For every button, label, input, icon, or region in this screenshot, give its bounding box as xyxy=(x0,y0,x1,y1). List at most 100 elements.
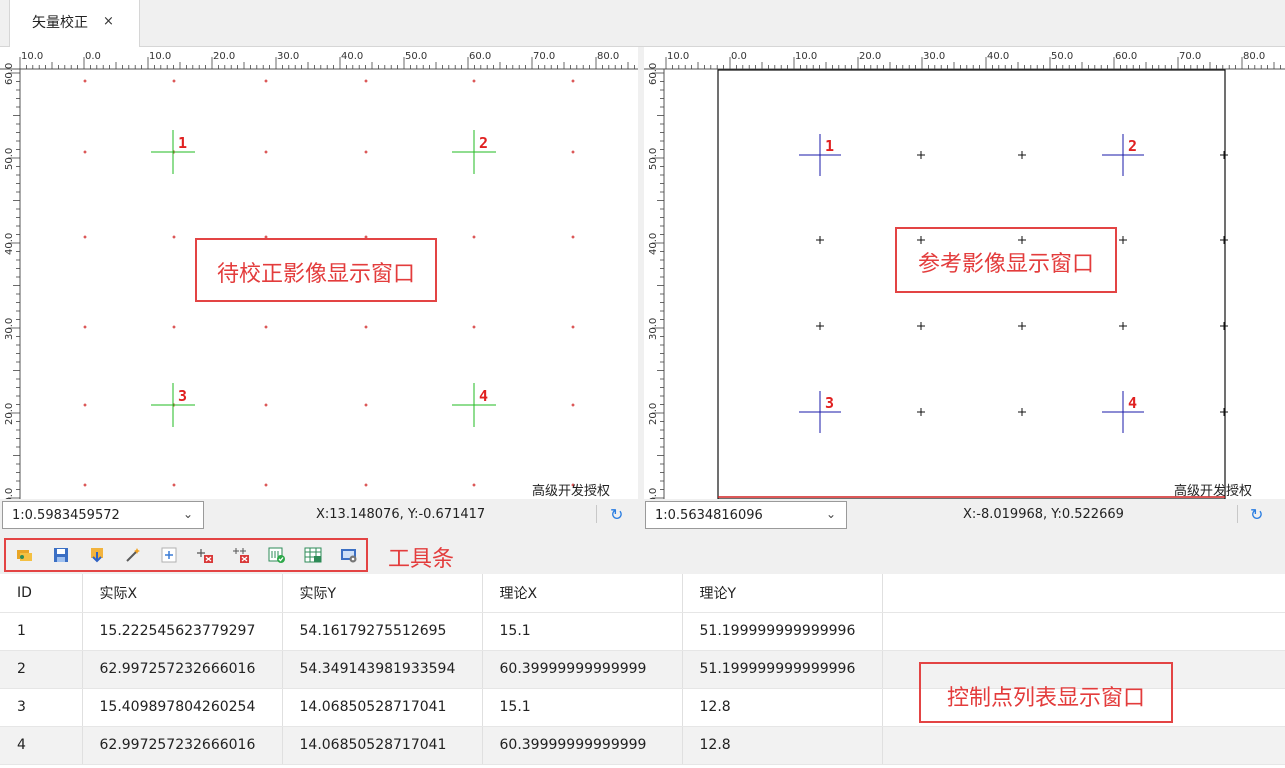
annotation-source-label: 待校正影像显示窗口 xyxy=(216,262,415,287)
control-point-label: 1 xyxy=(178,134,187,152)
left-status-bar: 1:0.5983459572 ⌄ X:13.148076, Y:-0.67141… xyxy=(0,499,640,531)
scale-select[interactable]: 1:0.5634816096 ⌄ xyxy=(645,501,847,529)
cell-actual-y: 14.06850528717041 xyxy=(282,688,483,727)
column-header-id[interactable]: ID xyxy=(0,574,83,613)
ruler-label-x: 40.0 xyxy=(987,51,1009,62)
scale-select[interactable]: 1:0.5983459572 ⌄ xyxy=(2,501,204,529)
right-status-bar: 1:0.5634816096 ⌄ X:-8.019968, Y:0.522669… xyxy=(644,499,1285,531)
cell-actual-x: 15.409897804260254 xyxy=(82,688,283,727)
ruler-label-y: 30.0 xyxy=(4,318,15,340)
cell-actual-x: 15.222545623779297 xyxy=(82,612,283,651)
watermark-text: 高级开发授权 xyxy=(532,484,611,499)
ruler-label-x: 70.0 xyxy=(533,51,555,62)
scale-value: 1:0.5983459572 xyxy=(12,508,120,523)
cell-blank xyxy=(882,726,1285,765)
column-header-blank xyxy=(882,574,1285,613)
check-icon[interactable] xyxy=(268,547,286,563)
control-point-label: 4 xyxy=(479,387,488,405)
tab-label: 矢量校正 xyxy=(32,15,88,31)
ruler-label-y: 40.0 xyxy=(4,233,15,255)
cell-theory-y: 51.199999999999996 xyxy=(682,612,883,651)
coordinate-readout: X:13.148076, Y:-0.671417 xyxy=(316,507,486,522)
ruler-label-y: 50.0 xyxy=(648,148,659,170)
cell-actual-x: 62.997257232666016 xyxy=(82,726,283,765)
refresh-icon[interactable]: ↻ xyxy=(610,505,623,524)
ruler-label-y: 20.0 xyxy=(648,403,659,425)
ruler-label-y: 50.0 xyxy=(4,148,15,170)
ruler-label-x: 40.0 xyxy=(341,51,363,62)
control-point-label: 1 xyxy=(825,137,834,155)
ruler-label-x: 80.0 xyxy=(597,51,619,62)
cell-actual-y: 54.16179275512695 xyxy=(282,612,483,651)
ruler-label-x: 10.0 xyxy=(149,51,171,62)
add-point-icon[interactable] xyxy=(160,547,178,563)
grid-icon[interactable] xyxy=(304,547,322,563)
export-icon[interactable] xyxy=(88,547,106,563)
close-icon[interactable]: × xyxy=(103,14,114,29)
annotation-reference-window: 参考影像显示窗口 xyxy=(895,227,1117,293)
ruler-label-x: 0.0 xyxy=(85,51,101,62)
cell-theory-x: 15.1 xyxy=(482,612,683,651)
vertical-ruler xyxy=(0,47,20,499)
ruler-label-x: 70.0 xyxy=(1179,51,1201,62)
delete-all-icon[interactable] xyxy=(232,547,250,563)
magic-wand-icon[interactable] xyxy=(124,547,142,563)
chevron-down-icon: ⌄ xyxy=(182,507,193,521)
toolbar xyxy=(4,538,368,572)
control-point-label: 4 xyxy=(1128,394,1137,412)
cell-id: 2 xyxy=(0,650,83,689)
control-point-label: 2 xyxy=(1128,137,1137,155)
ruler-label-y: 60.0 xyxy=(648,63,659,85)
ruler-label-x: 60.0 xyxy=(1115,51,1137,62)
delete-point-icon[interactable] xyxy=(196,547,214,563)
annotation-source-window: 待校正影像显示窗口 xyxy=(195,238,437,302)
ruler-label-x: 30.0 xyxy=(277,51,299,62)
control-point-label: 3 xyxy=(178,387,187,405)
ruler-label-x: 20.0 xyxy=(213,51,235,62)
tab-vector-correction[interactable]: 矢量校正 × xyxy=(9,0,140,47)
ruler-label-y: 10.0 xyxy=(4,488,15,499)
ruler-label-y: 60.0 xyxy=(4,63,15,85)
cell-actual-y: 14.06850528717041 xyxy=(282,726,483,765)
annotation-toolbar-label: 工具条 xyxy=(388,547,455,572)
annotation-table-window: 控制点列表显示窗口 xyxy=(919,662,1173,723)
cell-id: 1 xyxy=(0,612,83,651)
ruler-label-x: 50.0 xyxy=(405,51,427,62)
column-header-theory-y[interactable]: 理论Y xyxy=(682,574,883,613)
ruler-label-x: 60.0 xyxy=(469,51,491,62)
refresh-icon[interactable]: ↻ xyxy=(1250,505,1263,524)
cell-theory-x: 60.39999999999999 xyxy=(482,726,683,765)
cell-blank xyxy=(882,612,1285,651)
coordinate-readout: X:-8.019968, Y:0.522669 xyxy=(963,507,1124,522)
vertical-ruler xyxy=(644,47,664,499)
ruler-label-y: 20.0 xyxy=(4,403,15,425)
save-icon[interactable] xyxy=(52,547,70,563)
chevron-down-icon: ⌄ xyxy=(825,507,836,521)
cell-theory-x: 60.39999999999999 xyxy=(482,650,683,689)
column-header-theory-x[interactable]: 理论X xyxy=(482,574,683,613)
cell-id: 4 xyxy=(0,726,83,765)
table-row[interactable]: 1 15.222545623779297 54.16179275512695 1… xyxy=(0,612,1285,651)
cell-id: 3 xyxy=(0,688,83,727)
ruler-label-x: 30.0 xyxy=(923,51,945,62)
ruler-label-x: 20.0 xyxy=(859,51,881,62)
ruler-label-y: 40.0 xyxy=(648,233,659,255)
open-points-icon[interactable] xyxy=(16,547,34,563)
table-row[interactable]: 4 62.997257232666016 14.06850528717041 6… xyxy=(0,726,1285,765)
column-header-actual-x[interactable]: 实际X xyxy=(82,574,283,613)
control-point-label: 2 xyxy=(479,134,488,152)
ruler-label-x: 80.0 xyxy=(1243,51,1265,62)
ruler-label-x: 0.0 xyxy=(731,51,747,62)
ruler-label-x: 50.0 xyxy=(1051,51,1073,62)
tab-bar: 矢量校正 × xyxy=(0,0,1285,47)
column-header-actual-y[interactable]: 实际Y xyxy=(282,574,483,613)
annotation-reference-label: 参考影像显示窗口 xyxy=(917,252,1094,277)
divider xyxy=(596,505,597,523)
scale-value: 1:0.5634816096 xyxy=(655,508,763,523)
cell-theory-y: 51.199999999999996 xyxy=(682,650,883,689)
settings-icon[interactable] xyxy=(340,547,358,563)
ruler-label-y: 10.0 xyxy=(648,488,659,499)
cell-theory-x: 15.1 xyxy=(482,688,683,727)
watermark-text: 高级开发授权 xyxy=(1174,484,1253,499)
control-point-label: 3 xyxy=(825,394,834,412)
